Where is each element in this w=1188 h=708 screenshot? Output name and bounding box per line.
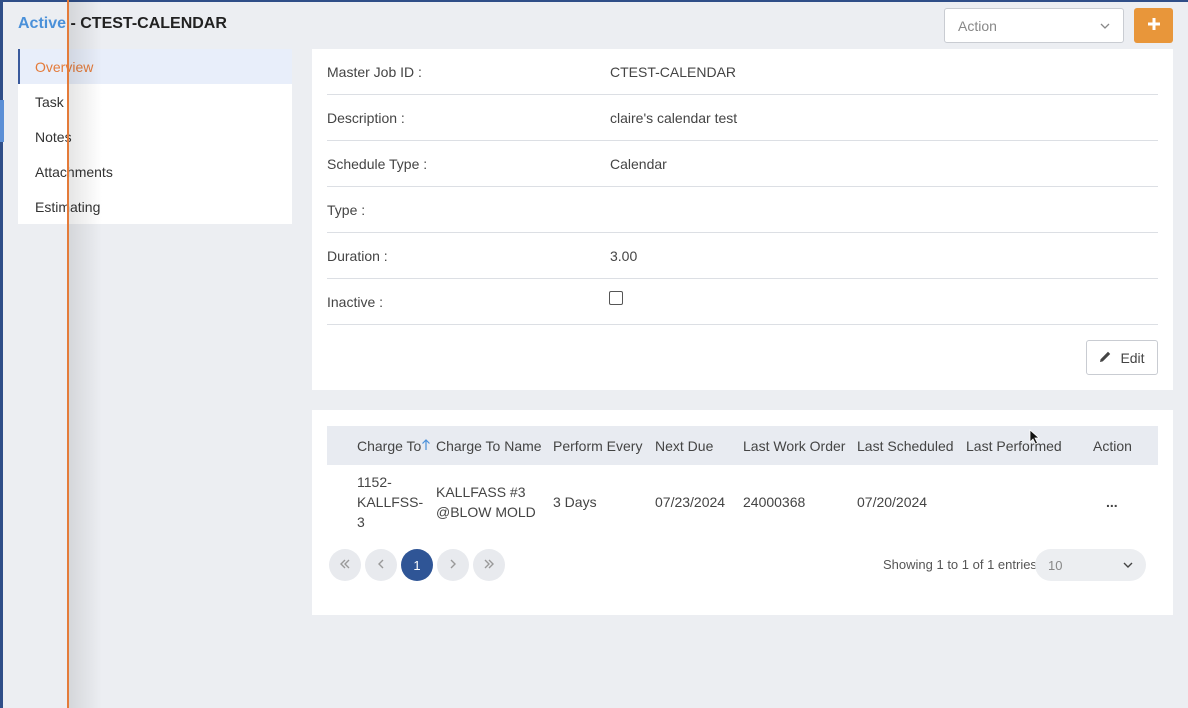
cell-next-due: 07/23/2024 xyxy=(655,494,726,510)
cell-line: 3 xyxy=(357,514,365,530)
detail-value: 3.00 xyxy=(610,248,638,264)
top-border xyxy=(0,0,1188,2)
chevron-right-icon xyxy=(447,557,459,573)
chevron-left-icon xyxy=(375,557,387,573)
sidebar-item-estimating[interactable]: Estimating xyxy=(18,189,292,224)
cell-perform-every: 3 Days xyxy=(553,494,597,510)
column-header-last-work-order[interactable]: Last Work Order xyxy=(743,438,845,454)
page-title: Active - CTEST-CALENDAR xyxy=(18,15,227,33)
sidebar-item-label: Overview xyxy=(35,59,94,75)
pager-page-button[interactable]: 1 xyxy=(401,549,433,581)
detail-label: Type : xyxy=(327,202,366,218)
side-nav: Overview Task Notes Attachments Estimati… xyxy=(18,49,292,224)
entries-summary: Showing 1 to 1 of 1 entries xyxy=(883,557,1037,572)
cell-charge-to-name: KALLFASS #3 @BLOW MOLD xyxy=(436,482,536,522)
add-button[interactable] xyxy=(1134,8,1173,43)
detail-row-schedule-type: Schedule Type : Calendar xyxy=(327,141,1158,187)
detail-label: Duration : xyxy=(327,248,388,264)
pager-next-button[interactable] xyxy=(437,549,469,581)
sort-up-arrow-icon xyxy=(421,438,431,454)
detail-value: CTEST-CALENDAR xyxy=(610,64,737,80)
detail-value: claire's calendar test xyxy=(610,110,738,126)
job-code: CTEST-CALENDAR xyxy=(80,15,227,32)
status-label: Active xyxy=(18,15,67,32)
mouse-cursor-icon xyxy=(1029,429,1041,448)
page-size-select[interactable]: 10 xyxy=(1035,549,1146,581)
cell-line: @BLOW MOLD xyxy=(436,504,536,520)
double-chevron-left-icon xyxy=(339,557,351,573)
column-header-last-scheduled[interactable]: Last Scheduled xyxy=(857,438,954,454)
cell-line: 1152- xyxy=(357,474,392,490)
details-card: Master Job ID : CTEST-CALENDAR Descripti… xyxy=(312,49,1173,390)
edit-button[interactable]: Edit xyxy=(1086,340,1158,375)
column-header-charge-to-name[interactable]: Charge To Name xyxy=(436,438,542,454)
sidebar-item-attachments[interactable]: Attachments xyxy=(18,154,292,189)
double-chevron-right-icon xyxy=(483,557,495,573)
detail-label: Inactive : xyxy=(327,294,384,310)
detail-row-description: Description : claire's calendar test xyxy=(327,95,1158,141)
detail-row-inactive: Inactive : xyxy=(327,279,1158,325)
schedule-table-card: Charge To Charge To Name Perform Every N… xyxy=(312,410,1173,615)
action-dropdown-label: Action xyxy=(958,18,997,34)
pager-prev-button[interactable] xyxy=(365,549,397,581)
edit-button-label: Edit xyxy=(1120,349,1145,366)
chevron-down-icon xyxy=(1099,19,1111,35)
detail-value: Calendar xyxy=(610,156,667,172)
pager-first-button[interactable] xyxy=(329,549,361,581)
pencil-icon xyxy=(1099,350,1112,366)
action-dropdown[interactable]: Action xyxy=(944,8,1124,43)
column-header-charge-to[interactable]: Charge To xyxy=(357,438,431,454)
plus-icon xyxy=(1147,17,1161,34)
left-accent-bar xyxy=(0,100,4,142)
column-header-label: Charge To xyxy=(357,438,422,454)
cell-line: KALLFSS- xyxy=(357,494,424,510)
sidebar-item-notes[interactable]: Notes xyxy=(18,119,292,154)
inactive-checkbox[interactable] xyxy=(609,291,623,305)
column-header-perform-every[interactable]: Perform Every xyxy=(553,438,642,454)
page-size-value: 10 xyxy=(1048,558,1063,573)
pager-last-button[interactable] xyxy=(473,549,505,581)
cell-charge-to: 1152- KALLFSS- 3 xyxy=(357,472,423,532)
column-header-action: Action xyxy=(1093,438,1132,454)
column-header-last-performed[interactable]: Last Performed xyxy=(966,438,1062,454)
column-header-next-due[interactable]: Next Due xyxy=(655,438,713,454)
detail-label: Master Job ID : xyxy=(327,64,422,80)
sidebar-item-label: Task xyxy=(35,94,64,110)
cell-line: KALLFASS #3 xyxy=(436,484,526,500)
sidebar-item-label: Attachments xyxy=(35,164,113,180)
detail-row-duration: Duration : 3.00 xyxy=(327,233,1158,279)
row-action-menu[interactable]: ... xyxy=(1106,492,1118,512)
detail-row-type: Type : xyxy=(327,187,1158,233)
cell-last-scheduled: 07/20/2024 xyxy=(857,494,928,510)
sidebar-item-overview[interactable]: Overview xyxy=(18,49,292,84)
detail-row-master-job-id: Master Job ID : CTEST-CALENDAR xyxy=(327,49,1158,95)
chevron-down-icon xyxy=(1122,559,1134,574)
cell-last-work-order: 24000368 xyxy=(743,494,806,510)
detail-label: Schedule Type : xyxy=(327,156,428,172)
drag-guide-line xyxy=(67,0,69,708)
sidebar-item-task[interactable]: Task xyxy=(18,84,292,119)
detail-label: Description : xyxy=(327,110,405,126)
